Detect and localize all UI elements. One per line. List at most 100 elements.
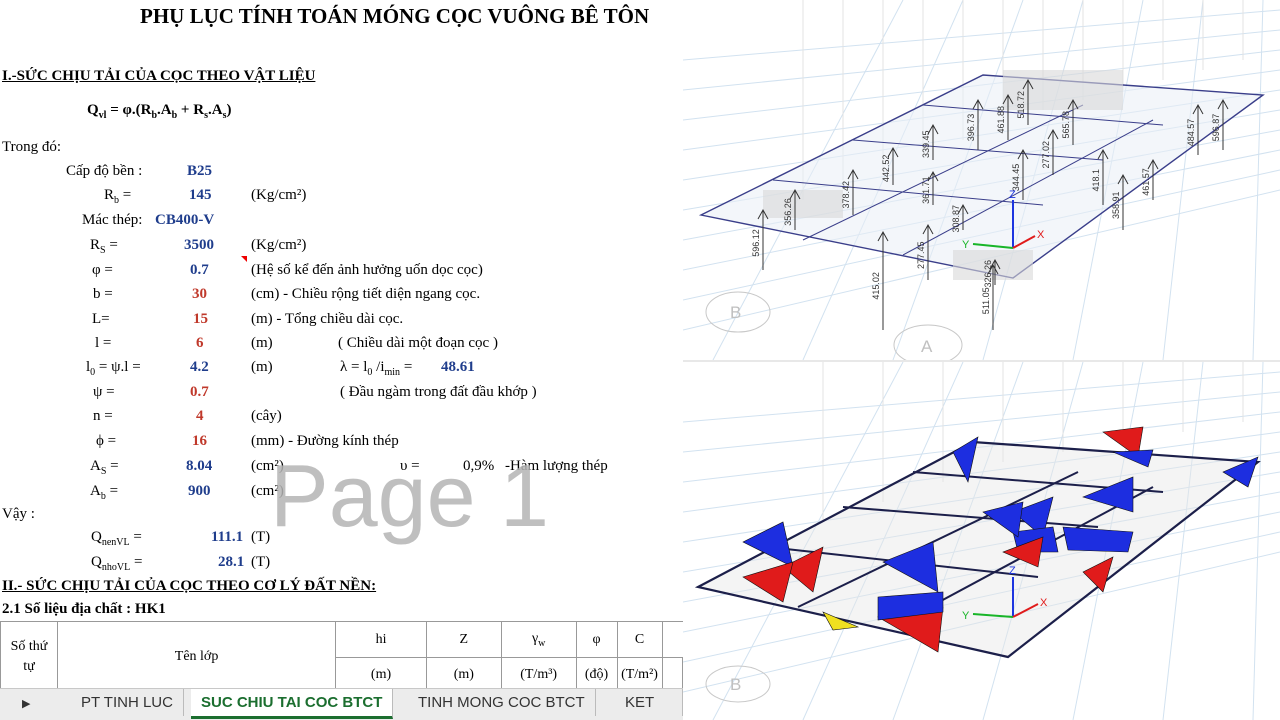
param-unit: (m) <box>251 359 273 375</box>
param-value[interactable]: B25 <box>187 163 212 180</box>
param-label: ϕ = <box>96 433 117 449</box>
param-label: Cấp độ bền : <box>66 163 143 179</box>
table-unit-z[interactable]: (m) <box>425 657 502 692</box>
reaction-label: 358.91 <box>1111 191 1121 219</box>
table-header-stt[interactable]: Số thứ tự <box>0 621 58 692</box>
table-unit-hi[interactable]: (m) <box>335 657 427 692</box>
param-value[interactable]: CB400-V <box>155 212 214 229</box>
y-axis-label: Y <box>962 239 970 251</box>
table-unit-extra[interactable] <box>661 657 683 692</box>
reaction-label: 415.02 <box>871 272 881 300</box>
lambda-value[interactable]: 48.61 <box>441 359 475 376</box>
tab-tinh-mong-coc-btct[interactable]: TINH MONG COC BTCT <box>408 689 596 716</box>
tab-pt-tinh-luc[interactable]: PT TINH LUC <box>71 689 184 716</box>
param-note: ( Đầu ngàm trong đất đầu khớp ) <box>340 384 537 400</box>
grid-label-b: B <box>730 675 741 694</box>
reaction-label: 356.26 <box>783 198 793 226</box>
table-header-c[interactable]: C <box>616 621 663 658</box>
result-label: QnhoVL = <box>91 554 143 573</box>
reaction-label: 565.78 <box>1061 111 1071 139</box>
param-label: n = <box>93 408 113 424</box>
table-header-phi[interactable]: φ <box>575 621 618 658</box>
table-header-hi[interactable]: hi <box>335 621 427 658</box>
tab-scroll-right-icon[interactable]: ▶ <box>22 697 30 710</box>
param-unit: (cây) <box>251 408 282 424</box>
section2-heading: II.- SỨC CHỊU TẢI CỦA CỌC THEO CƠ LÝ ĐẤT… <box>2 578 377 594</box>
reaction-label: 418.1 <box>1091 169 1101 192</box>
table-header-gamma[interactable]: γw <box>500 621 577 658</box>
param-value[interactable]: 30 <box>192 286 207 303</box>
reaction-label: 596.12 <box>751 229 761 257</box>
param-label: RS = <box>90 237 118 256</box>
z-axis-label: Z <box>1009 565 1016 577</box>
page-watermark: Page 1 <box>270 446 549 545</box>
grid-label-a: A <box>921 337 933 356</box>
table-header-extra[interactable] <box>661 621 683 658</box>
reaction-label: 344.45 <box>1011 164 1021 192</box>
param-value[interactable]: 3500 <box>184 237 214 254</box>
param-unit: (Kg/cm²) <box>251 187 307 203</box>
param-unit: (m) - Tổng chiều dài cọc. <box>251 311 404 327</box>
moment-model-view[interactable]: Z Y X B <box>683 362 1280 720</box>
reaction-model-view[interactable]: 596.12 356.26 415.02 277.45 511.05 326.26 308.… <box>683 0 1280 360</box>
param-value[interactable]: 0.7 <box>190 384 209 401</box>
param-label: Ab = <box>90 483 119 502</box>
param-label: AS = <box>90 458 119 477</box>
comment-marker[interactable] <box>241 256 247 262</box>
z-axis-label: Z <box>1009 189 1016 201</box>
param-value[interactable]: 6 <box>196 335 204 352</box>
reaction-label: 596.87 <box>1211 114 1221 142</box>
table-unit-phi[interactable]: (độ) <box>575 657 618 692</box>
param-value[interactable]: 8.04 <box>186 458 212 475</box>
param-label: b = <box>93 286 113 302</box>
reaction-label: 326.26 <box>983 260 993 288</box>
lambda-label: λ = l0 /imin = <box>340 359 413 378</box>
formula: Qvl = φ.(Rb.Ab + Rs.As) <box>87 102 232 121</box>
result-value[interactable]: 111.1 <box>211 529 243 546</box>
tab-suc-chiu-tai-coc-btct[interactable]: SUC CHIU TAI COC BTCT <box>191 689 394 719</box>
reaction-label: 484.57 <box>1186 119 1196 147</box>
result-unit: (T) <box>251 529 271 545</box>
reaction-label: 339.45 <box>921 130 931 158</box>
param-label: l0 = ψ.l = <box>86 359 141 378</box>
table-unit-c[interactable]: (T/m²) <box>616 657 663 692</box>
table-unit-gamma[interactable]: (T/m³) <box>500 657 577 692</box>
reaction-label: 461.88 <box>996 106 1006 134</box>
section1-heading: I.-SỨC CHỊU TẢI CỦA CỌC THEO VẬT LIỆU <box>2 68 316 84</box>
reaction-label: 442.52 <box>881 155 891 183</box>
param-value[interactable]: 4 <box>196 408 204 425</box>
tab-ket-cau[interactable]: KET CAU <box>615 689 683 716</box>
param-value[interactable]: 0.7 <box>190 262 209 279</box>
table-header-ten-lop[interactable]: Tên lớp <box>56 621 337 692</box>
param-label: L= <box>92 311 110 327</box>
param-value[interactable]: 16 <box>192 433 207 450</box>
x-axis-label: X <box>1040 597 1048 609</box>
param-value[interactable]: 145 <box>189 187 212 204</box>
spreadsheet-area: PHỤ LỤC TÍNH TOÁN MÓNG CỌC VUÔNG BÊ TÔN … <box>0 0 683 720</box>
param-label: Rb = <box>104 187 132 206</box>
param-label: φ = <box>92 262 113 278</box>
reaction-3d-canvas[interactable]: 596.12 356.26 415.02 277.45 511.05326.26 308.… <box>683 0 1280 360</box>
sheet-tab-bar: ▶ PT TINH LUC SUC CHIU TAI COC BTCT TINH… <box>0 688 683 720</box>
x-axis-label: X <box>1037 229 1045 241</box>
param-value[interactable]: 4.2 <box>190 359 209 376</box>
param-unit: (cm) - Chiều rộng tiết diện ngang cọc. <box>251 286 481 302</box>
sheet-title: PHỤ LỤC TÍNH TOÁN MÓNG CỌC VUÔNG BÊ TÔN <box>140 4 650 28</box>
vay-label: Vậy : <box>2 506 35 522</box>
param-note: ( Chiều dài một đoạn cọc ) <box>338 335 498 351</box>
reaction-label: 396.73 <box>966 114 976 142</box>
result-value[interactable]: 28.1 <box>218 554 244 571</box>
y-axis-label: Y <box>962 610 970 622</box>
result-label: QnenVL = <box>91 529 142 548</box>
reaction-label: 361.71 <box>921 176 931 204</box>
reaction-label: 511.05 <box>981 287 991 314</box>
moment-3d-canvas[interactable]: Z Y X B <box>683 362 1280 720</box>
reaction-label: 277.45 <box>916 241 926 269</box>
param-value[interactable]: 15 <box>193 311 208 328</box>
param-label: Mác thép: <box>82 212 143 228</box>
grid-label-b: B <box>730 303 741 322</box>
param-label: l = <box>95 335 112 351</box>
table-header-z[interactable]: Z <box>425 621 502 658</box>
param-value[interactable]: 900 <box>188 483 211 500</box>
param-unit: (Hệ số kể đến ảnh hưởng uốn dọc cọc) <box>251 262 483 278</box>
